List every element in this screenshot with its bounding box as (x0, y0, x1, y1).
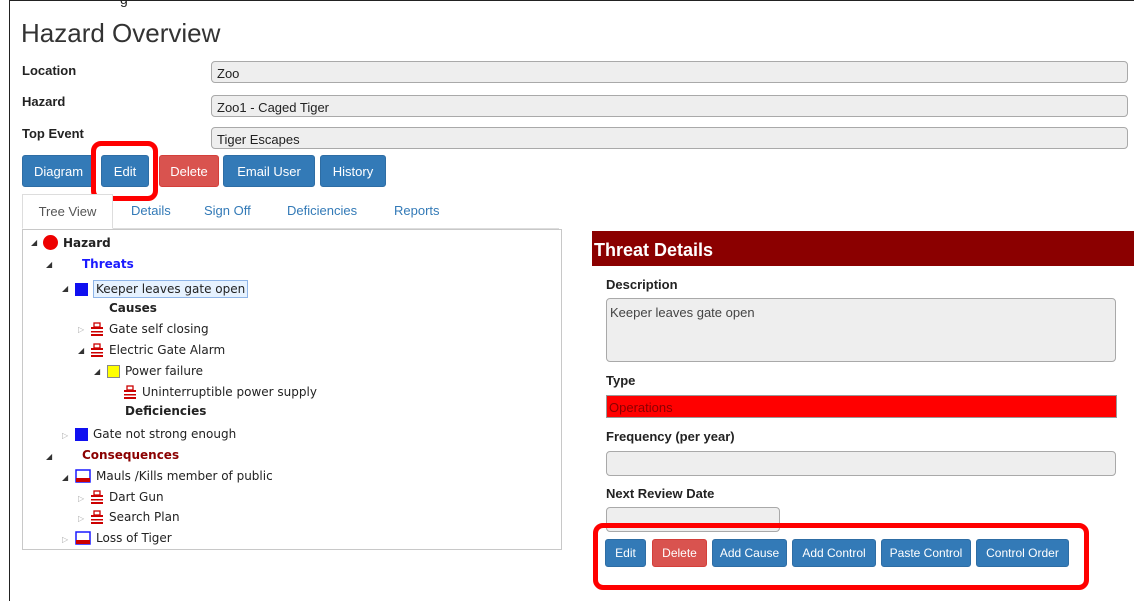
location-label: Location (22, 63, 77, 78)
tree-node-label: Mauls /Kills member of public (96, 469, 273, 483)
tree-node-threat[interactable]: Gate not strong enough (75, 427, 236, 441)
escalation-square-icon (107, 364, 120, 378)
next-review-label: Next Review Date (606, 486, 715, 501)
hazard-circle-icon (43, 235, 58, 250)
add-control-button[interactable]: Add Control (792, 539, 876, 567)
control-order-button[interactable]: Control Order (976, 539, 1069, 567)
paste-control-button[interactable]: Paste Control (881, 539, 971, 567)
collapse-arrow-icon[interactable]: ▷ (78, 494, 84, 503)
add-cause-button[interactable]: Add Cause (712, 539, 787, 567)
expand-arrow-icon[interactable]: ◢ (31, 238, 37, 247)
tree-node-label: Search Plan (109, 510, 180, 524)
collapse-arrow-icon[interactable]: ▷ (78, 514, 84, 523)
collapse-arrow-icon[interactable]: ▷ (62, 431, 68, 440)
top-event-field[interactable]: Tiger Escapes (211, 127, 1128, 149)
expand-arrow-icon[interactable]: ◢ (62, 284, 68, 293)
hazard-label: Hazard (22, 94, 66, 109)
location-field[interactable]: Zoo (211, 61, 1128, 83)
clipped-caption: g (120, 0, 128, 7)
tab-deficiencies[interactable]: Deficiencies (287, 203, 357, 218)
email-user-button[interactable]: Email User (223, 155, 315, 187)
tree-node-control[interactable]: Uninterruptible power supply (123, 385, 317, 399)
tree-node-consequence[interactable]: Mauls /Kills member of public (75, 469, 273, 483)
expand-arrow-icon[interactable]: ◢ (62, 473, 68, 482)
control-barrier-icon (90, 510, 104, 524)
history-button[interactable]: History (320, 155, 386, 187)
expand-arrow-icon[interactable]: ◢ (94, 367, 100, 376)
tab-sign-off[interactable]: Sign Off (204, 203, 251, 218)
tree-node-consequences[interactable]: Consequences (82, 448, 179, 462)
type-field[interactable]: Operations (606, 395, 1117, 418)
tree-node-threat-selected[interactable]: Keeper leaves gate open (75, 280, 249, 298)
tree-node-control[interactable]: Electric Gate Alarm (90, 343, 225, 357)
collapse-arrow-icon[interactable]: ▷ (62, 535, 68, 544)
control-barrier-icon (90, 322, 104, 336)
tree-node-label: Gate not strong enough (93, 427, 237, 441)
diagram-button[interactable]: Diagram (22, 155, 95, 187)
tree-node-deficiencies[interactable]: Deficiencies (125, 404, 206, 418)
frame-border-left (9, 0, 10, 601)
threat-square-icon (75, 282, 88, 296)
hazard-field[interactable]: Zoo1 - Caged Tiger (211, 95, 1128, 117)
control-barrier-icon (90, 490, 104, 504)
tree-node-label: Dart Gun (109, 490, 164, 504)
control-barrier-icon (123, 385, 137, 399)
threat-details-header: Threat Details (592, 231, 1134, 266)
consequence-icon (75, 469, 91, 483)
consequence-icon (75, 531, 91, 545)
type-label: Type (606, 373, 636, 388)
tree-node-label: Uninterruptible power supply (142, 385, 317, 399)
frequency-field[interactable] (606, 451, 1116, 476)
details-delete-button[interactable]: Delete (652, 539, 707, 567)
next-review-field[interactable] (606, 507, 780, 532)
top-event-label: Top Event (22, 126, 84, 141)
tree-node-label: Gate self closing (109, 322, 209, 336)
tab-reports[interactable]: Reports (394, 203, 440, 218)
frequency-label: Frequency (per year) (606, 429, 735, 444)
tree-node-label: Electric Gate Alarm (109, 343, 226, 357)
tree-node-control[interactable]: Gate self closing (90, 322, 209, 336)
tab-details[interactable]: Details (131, 203, 171, 218)
delete-button[interactable]: Delete (159, 155, 219, 187)
tree-node-escalation[interactable]: Power failure (107, 364, 203, 378)
tree-node-threats[interactable]: Threats (82, 257, 134, 271)
expand-arrow-icon[interactable]: ◢ (78, 346, 84, 355)
frame-border-top (9, 0, 1134, 1)
description-label: Description (606, 277, 678, 292)
expand-arrow-icon[interactable]: ◢ (46, 452, 52, 461)
tree-node-control[interactable]: Dart Gun (90, 490, 164, 504)
tree-node-label: Hazard (63, 235, 111, 250)
description-field[interactable]: Keeper leaves gate open (606, 298, 1116, 362)
details-edit-button[interactable]: Edit (605, 539, 646, 567)
tab-tree-view[interactable]: Tree View (22, 194, 113, 229)
tree-node-label: Loss of Tiger (96, 531, 172, 545)
threat-square-icon (75, 427, 88, 441)
tree-node-hazard[interactable]: Hazard (43, 235, 111, 250)
expand-arrow-icon[interactable]: ◢ (46, 260, 52, 269)
collapse-arrow-icon[interactable]: ▷ (78, 325, 84, 334)
control-barrier-icon (90, 343, 104, 357)
edit-button[interactable]: Edit (101, 155, 149, 187)
tree-node-consequence[interactable]: Loss of Tiger (75, 531, 172, 545)
tree-node-label: Keeper leaves gate open (93, 280, 249, 298)
tree-node-control[interactable]: Search Plan (90, 510, 180, 524)
tree-node-causes[interactable]: Causes (109, 301, 157, 315)
tree-node-label: Power failure (125, 364, 203, 378)
page-title: Hazard Overview (21, 18, 221, 48)
